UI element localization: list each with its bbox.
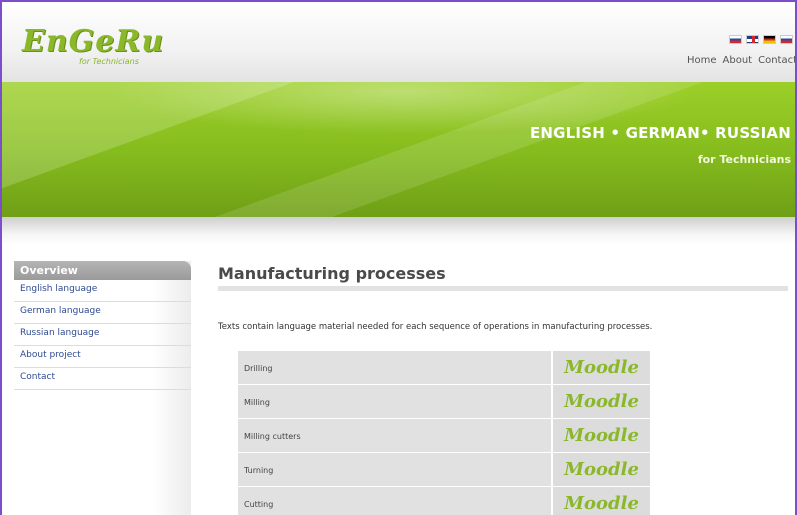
- sidebar-item-russian[interactable]: Russian language: [14, 324, 191, 346]
- banner-title: ENGLISH • GERMAN• RUSSIAN: [529, 124, 791, 142]
- sidebar-heading[interactable]: Overview: [14, 261, 191, 280]
- nav-home-link[interactable]: Home: [687, 55, 717, 66]
- sidebar: Overview English language German languag…: [14, 261, 191, 515]
- moodle-logo-icon: Moodle: [564, 425, 639, 446]
- table-row: Milling cutters Moodle: [238, 419, 650, 452]
- moodle-link[interactable]: Moodle: [553, 487, 650, 515]
- logo-subtitle: for Technicians: [79, 57, 139, 66]
- moodle-link[interactable]: Moodle: [553, 351, 650, 384]
- table-row: Milling Moodle: [238, 385, 650, 418]
- page-title: Manufacturing processes: [218, 264, 446, 283]
- language-flags: [729, 35, 793, 44]
- top-nav: Home About Contact: [687, 55, 795, 66]
- site-logo[interactable]: EnGeRu: [22, 24, 164, 59]
- browser-frame: EnGeRu for Technicians Home About Contac…: [0, 0, 797, 515]
- german-flag-icon[interactable]: [763, 35, 776, 44]
- table-row: Drilling Moodle: [238, 351, 650, 384]
- russian-flag-icon[interactable]: [780, 35, 793, 44]
- table-row: Cutting Moodle: [238, 487, 650, 515]
- process-name: Cutting: [238, 487, 551, 515]
- sidebar-item-about-project[interactable]: About project: [14, 346, 191, 368]
- process-name: Turning: [238, 453, 551, 486]
- moodle-logo-icon: Moodle: [564, 391, 639, 412]
- moodle-link[interactable]: Moodle: [553, 419, 650, 452]
- sidebar-item-german[interactable]: German language: [14, 302, 191, 324]
- banner-shadow: [2, 217, 795, 245]
- nav-about-link[interactable]: About: [723, 55, 753, 66]
- table-row: Turning Moodle: [238, 453, 650, 486]
- uk-flag-icon[interactable]: [746, 35, 759, 44]
- moodle-logo-icon: Moodle: [564, 357, 639, 378]
- moodle-link[interactable]: Moodle: [553, 453, 650, 486]
- hero-banner: [2, 82, 795, 217]
- sidebar-item-english[interactable]: English language: [14, 280, 191, 302]
- intro-text: Texts contain language material needed f…: [218, 322, 653, 332]
- process-name: Milling cutters: [238, 419, 551, 452]
- slovak-flag-icon[interactable]: [729, 35, 742, 44]
- nav-contact-link[interactable]: Contact: [758, 55, 795, 66]
- moodle-link[interactable]: Moodle: [553, 385, 650, 418]
- moodle-logo-icon: Moodle: [564, 493, 639, 514]
- banner-subtitle: for Technicians: [697, 153, 791, 166]
- title-divider: [218, 286, 788, 291]
- site-header: EnGeRu for Technicians Home About Contac…: [2, 2, 795, 82]
- process-name: Drilling: [238, 351, 551, 384]
- moodle-logo-icon: Moodle: [564, 459, 639, 480]
- process-name: Milling: [238, 385, 551, 418]
- sidebar-item-contact[interactable]: Contact: [14, 368, 191, 390]
- process-table: Drilling Moodle Milling Moodle Milling c…: [238, 351, 650, 515]
